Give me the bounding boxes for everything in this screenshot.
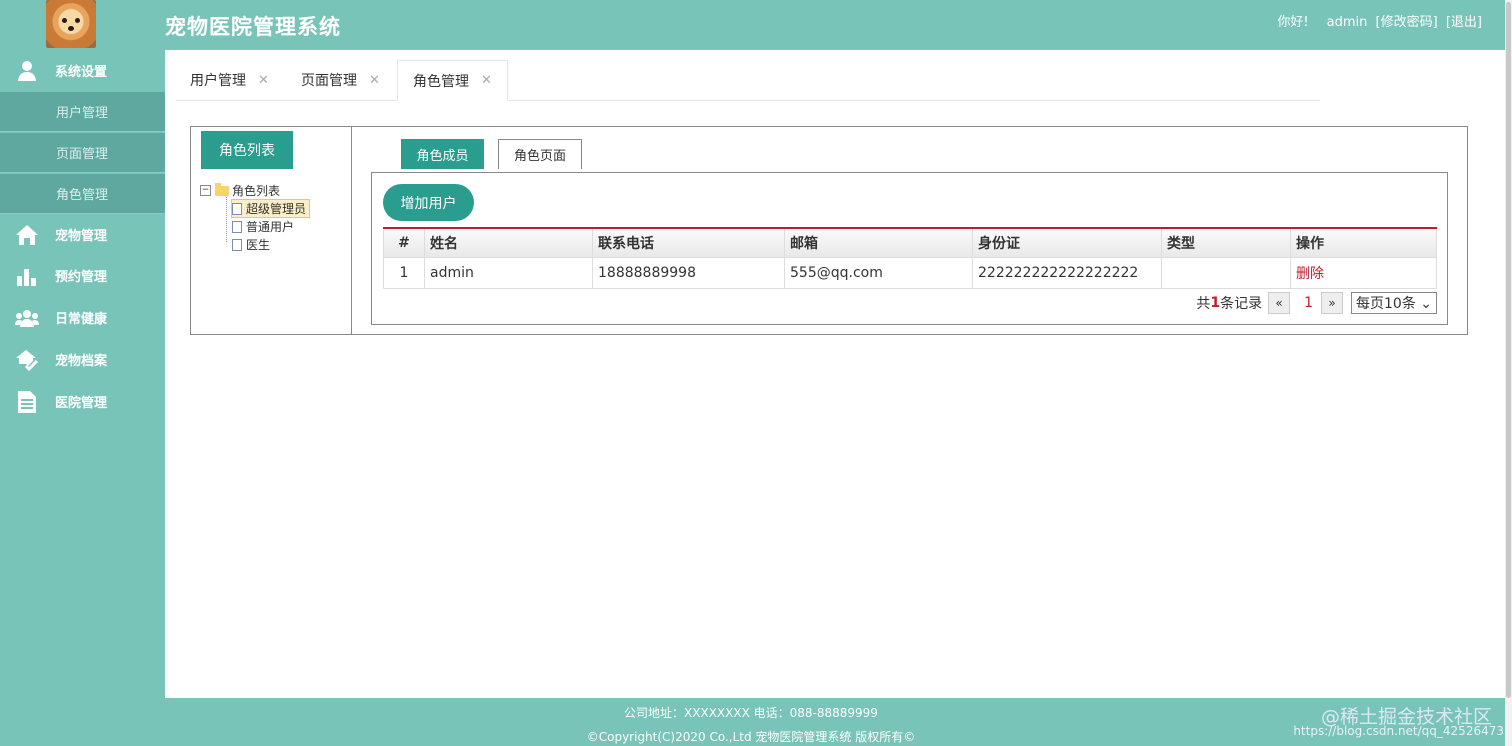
username: admin (1326, 15, 1368, 30)
tree-node-normal-user[interactable]: 普通用户 (232, 218, 294, 235)
footer: 公司地址：XXXXXXXX 电话：088-88889999 ©Copyright… (165, 698, 1337, 746)
sidebar-item-label: 医院管理 (55, 396, 108, 411)
tab-label: 页面管理 (301, 73, 357, 89)
role-panel: 角色列表 − 角色列表 超级管理员 普通用户 医生 角色成员 角色页面 增加用户… (190, 126, 1468, 335)
table-cell: 555@qq.com (784, 257, 973, 289)
role-detail-column: 角色成员 角色页面 增加用户 # 姓名 联系电话 邮箱 身份证 类型 操作 1 … (371, 139, 1449, 325)
sidebar-item-hospital-management[interactable]: 医院管理 (0, 381, 165, 422)
tab-page-management[interactable]: 页面管理 ✕ (301, 60, 380, 100)
tree-root[interactable]: − 角色列表 (200, 182, 280, 199)
folder-icon (215, 182, 229, 196)
tree-root-label: 角色列表 (232, 184, 281, 198)
column-header: 姓名 (424, 227, 593, 258)
members-panel: 增加用户 # 姓名 联系电话 邮箱 身份证 类型 操作 1 admin 1888… (371, 172, 1448, 325)
footer-copyright: ©Copyright(C)2020 Co.,Ltd 宠物医院管理系统 版权所有© (586, 730, 916, 744)
role-list-button[interactable]: 角色列表 (201, 131, 293, 169)
sidebar-item-appointment-management[interactable]: 预约管理 (0, 255, 165, 296)
user-bar: 你好! admin [修改密码] [退出] (1273, 11, 1482, 30)
document-icon (14, 390, 40, 413)
close-icon[interactable]: ✕ (481, 73, 492, 88)
sidebar-subitem-role-management[interactable]: 角色管理 (0, 174, 165, 214)
pager-prefix: 共 (1196, 296, 1211, 312)
sidebar-item-label: 宠物档案 (55, 354, 108, 369)
change-password-link[interactable]: [修改密码] (1376, 15, 1438, 30)
table-header-row: # 姓名 联系电话 邮箱 身份证 类型 操作 (383, 227, 1437, 258)
sidebar-item-pet-records[interactable]: 宠物档案 (0, 339, 165, 380)
tree-node-label: 医生 (246, 238, 271, 252)
home-icon (14, 224, 40, 246)
table-cell: 222222222222222222 (972, 257, 1162, 289)
bar-chart-icon (14, 265, 40, 287)
tree-node-label: 超级管理员 (246, 202, 307, 216)
page-number[interactable]: 1 (1304, 295, 1313, 311)
delete-link[interactable]: 删除 (1290, 257, 1437, 289)
file-icon (232, 220, 242, 233)
file-icon (232, 202, 242, 215)
column-header: 联系电话 (592, 227, 785, 258)
pager-suffix: 条记录 (1220, 296, 1263, 312)
sidebar-item-label: 系统设置 (55, 65, 108, 80)
record-count: 1 (1210, 295, 1221, 311)
watermark-url: https://blog.csdn.net/qq_42526473 (1293, 724, 1504, 738)
table-row: 1 admin 18888889998 555@qq.com 222222222… (383, 257, 1437, 289)
footer-address: 公司地址：XXXXXXXX 电话：088-88889999 (624, 706, 878, 720)
logout-link[interactable]: [退出] (1446, 15, 1482, 30)
tab-role-members[interactable]: 角色成员 (401, 139, 484, 169)
add-user-button[interactable]: 增加用户 (383, 184, 474, 221)
page-size-select[interactable]: 每页10条 ⌄ (1351, 292, 1437, 314)
close-icon[interactable]: ✕ (369, 73, 380, 88)
column-header: # (383, 227, 425, 258)
greeting: 你好! (1277, 15, 1309, 30)
main-content: 用户管理 ✕ 页面管理 ✕ 角色管理 ✕ 角色列表 − 角色列表 超级管理员 普… (165, 50, 1505, 698)
tab-bar: 用户管理 ✕ 页面管理 ✕ 角色管理 ✕ (176, 60, 1320, 101)
prev-page-button[interactable]: « (1268, 292, 1291, 314)
table-cell: 1 (383, 257, 425, 289)
tree-node-doctor[interactable]: 医生 (232, 236, 270, 253)
user-icon (14, 60, 40, 82)
tab-label: 角色管理 (413, 73, 469, 90)
tree-node-super-admin[interactable]: 超级管理员 (231, 199, 311, 218)
house-check-icon (14, 349, 40, 371)
collapse-icon[interactable]: − (200, 185, 211, 196)
sidebar-item-daily-health[interactable]: 日常健康 (0, 297, 165, 338)
members-table: # 姓名 联系电话 邮箱 身份证 类型 操作 1 admin 188888899… (383, 227, 1437, 289)
sidebar: 系统设置 用户管理 页面管理 角色管理 宠物管理 预约管理 日常健康 宠物档案 … (0, 50, 165, 698)
column-header: 邮箱 (784, 227, 973, 258)
scrollbar-thumb[interactable] (1506, 2, 1511, 698)
table-cell: admin (424, 257, 593, 289)
next-page-button[interactable]: » (1321, 292, 1343, 314)
app-title: 宠物医院管理系统 (165, 15, 341, 39)
tab-role-management[interactable]: 角色管理 ✕ (397, 60, 508, 101)
column-header: 操作 (1290, 227, 1437, 258)
sidebar-item-system-settings[interactable]: 系统设置 (0, 50, 165, 91)
role-list-column: 角色列表 − 角色列表 超级管理员 普通用户 医生 (191, 127, 352, 334)
file-icon (232, 238, 242, 251)
pagination: 共 1 条记录 « 1 » 每页10条 ⌄ (1196, 292, 1437, 314)
top-header: 宠物医院管理系统 你好! admin [修改密码] [退出] (0, 0, 1512, 50)
sidebar-item-pet-management[interactable]: 宠物管理 (0, 214, 165, 255)
avatar (46, 0, 96, 48)
scrollbar[interactable] (1505, 0, 1512, 746)
tab-role-pages[interactable]: 角色页面 (498, 139, 582, 169)
table-cell: 18888889998 (592, 257, 785, 289)
sidebar-subitem-page-management[interactable]: 页面管理 (0, 133, 165, 173)
close-icon[interactable]: ✕ (258, 73, 269, 88)
sidebar-item-label: 预约管理 (55, 270, 108, 285)
column-header: 类型 (1161, 227, 1291, 258)
tab-user-management[interactable]: 用户管理 ✕ (190, 60, 269, 100)
sidebar-item-label: 宠物管理 (55, 229, 108, 244)
sidebar-item-label: 日常健康 (55, 312, 108, 327)
sidebar-subitem-user-management[interactable]: 用户管理 (0, 92, 165, 132)
table-cell (1161, 257, 1291, 289)
column-header: 身份证 (972, 227, 1162, 258)
group-icon (14, 307, 40, 329)
tree-node-label: 普通用户 (246, 220, 295, 234)
tab-label: 用户管理 (190, 73, 246, 89)
